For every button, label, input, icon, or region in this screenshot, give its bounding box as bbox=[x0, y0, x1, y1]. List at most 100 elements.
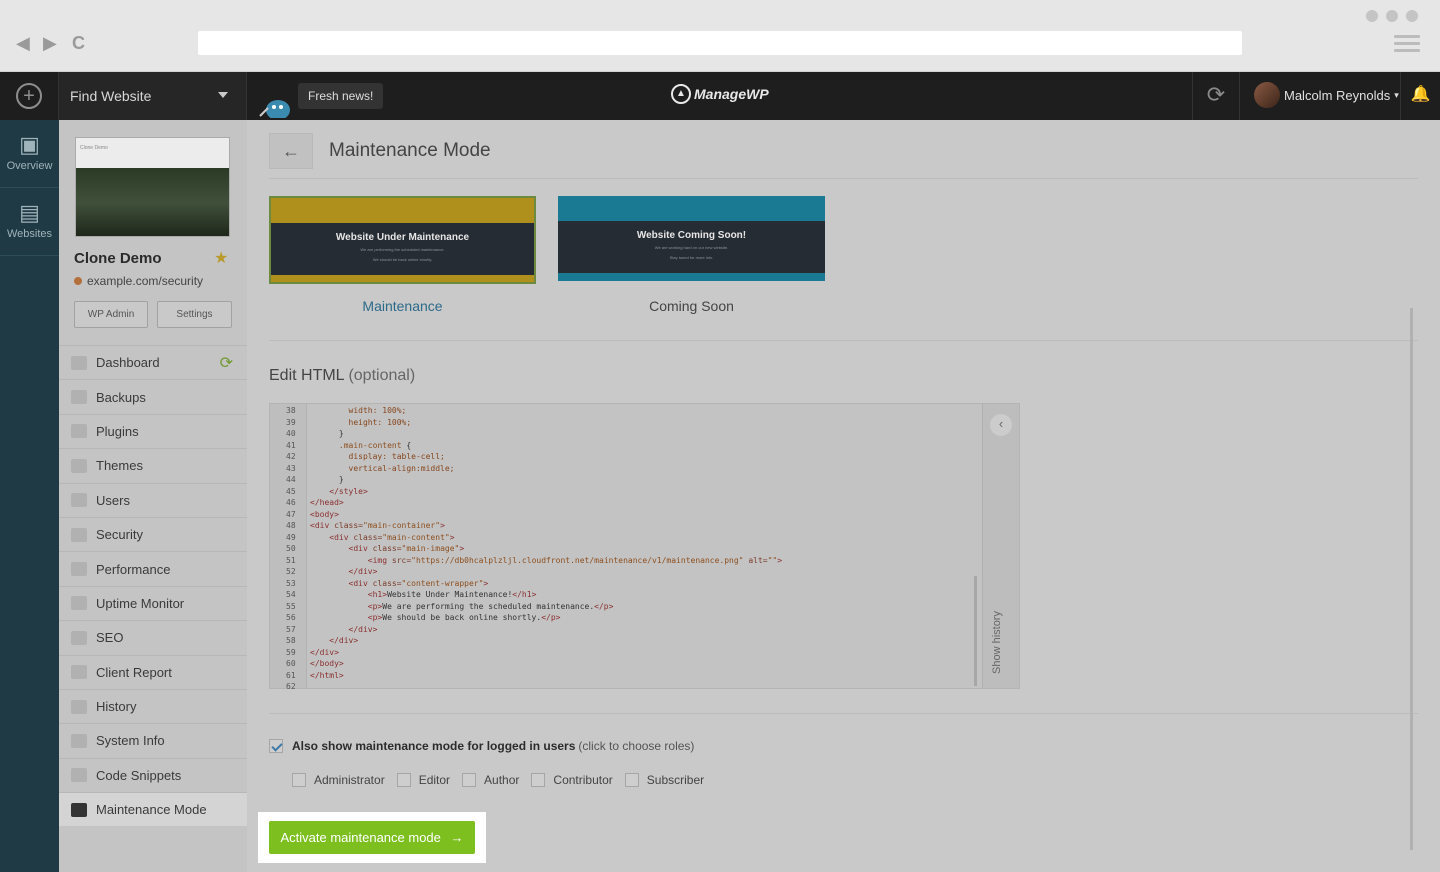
sidebar-item-label: Users bbox=[96, 492, 130, 508]
fresh-news-bubble[interactable]: Fresh news! bbox=[298, 83, 384, 109]
role-subscriber[interactable]: Subscriber bbox=[624, 773, 704, 787]
sidebar-item-users[interactable]: Users bbox=[59, 482, 247, 517]
main-scrollbar[interactable] bbox=[1410, 308, 1413, 850]
line-number-gutter: 38 39 40 41 42 43 44 45 46 47 48 49 50 51 52 53 54 55 56 57… bbox=[270, 404, 307, 691]
sidebar-item-code-snippets[interactable]: Code Snippets bbox=[59, 757, 247, 792]
sidebar-item-themes[interactable]: Themes bbox=[59, 448, 247, 482]
site-url[interactable]: example.com/security bbox=[74, 274, 203, 288]
edit-html-label: Edit HTML bbox=[269, 367, 344, 384]
nav-overview[interactable]: ▣ Overview bbox=[0, 120, 59, 188]
activate-highlight: Activate maintenance mode → bbox=[258, 812, 486, 863]
card-foot bbox=[558, 273, 825, 281]
add-website-button[interactable]: + bbox=[0, 72, 59, 120]
logged-in-users-option[interactable]: Also show maintenance mode for logged in… bbox=[269, 739, 694, 753]
site-thumbnail[interactable]: Clone Demo bbox=[75, 137, 230, 237]
page-title: Maintenance Mode bbox=[329, 140, 491, 161]
role-administrator[interactable]: Administrator bbox=[292, 773, 385, 787]
role-editor[interactable]: Editor bbox=[396, 773, 450, 787]
chevron-left-icon[interactable]: ‹ bbox=[990, 414, 1012, 436]
sidebar-item-performance[interactable]: Performance bbox=[59, 551, 247, 585]
sidebar-item-system-info[interactable]: System Info bbox=[59, 723, 247, 757]
template-label-maintenance[interactable]: Maintenance bbox=[269, 298, 536, 314]
history-panel[interactable]: ‹ Show history bbox=[982, 404, 1019, 688]
plus-icon: + bbox=[16, 83, 42, 109]
card-foot bbox=[271, 275, 534, 282]
dashboard-icon bbox=[71, 355, 87, 370]
barrier-icon bbox=[71, 802, 87, 817]
thumbnail-image bbox=[76, 168, 229, 236]
template-card-coming-soon[interactable]: Website Coming Soon! We are working hard… bbox=[558, 196, 825, 284]
bell-icon[interactable]: 🔔 bbox=[1400, 72, 1440, 120]
managewp-logo[interactable]: ▲ ManageWP bbox=[671, 84, 769, 104]
sync-icon[interactable]: ⟳ bbox=[1192, 72, 1240, 120]
browser-reload-icon[interactable]: C bbox=[72, 33, 85, 54]
role-checkbox[interactable] bbox=[531, 773, 546, 787]
code-content[interactable]: width: 100%; height: 100%; } .main-conte… bbox=[310, 405, 782, 681]
sidebar-item-client-report[interactable]: Client Report bbox=[59, 654, 247, 689]
sidebar-item-label: Security bbox=[96, 527, 143, 543]
logged-in-users-label: Also show maintenance mode for logged in… bbox=[292, 739, 576, 753]
sidebar-item-label: Themes bbox=[96, 458, 143, 474]
sidebar-item-dashboard[interactable]: Dashboard ⟳ bbox=[59, 345, 247, 379]
show-history-label[interactable]: Show history bbox=[991, 611, 1003, 674]
browser-chrome: ◀ ▶ C bbox=[0, 0, 1440, 72]
browser-menu-icon[interactable] bbox=[1394, 35, 1420, 56]
caret-down-icon bbox=[218, 92, 228, 98]
role-checkbox[interactable] bbox=[396, 773, 411, 787]
divider bbox=[269, 178, 1418, 179]
sidebar-item-uptime-monitor[interactable]: Uptime Monitor bbox=[59, 585, 247, 620]
wp-admin-button[interactable]: WP Admin bbox=[74, 301, 148, 328]
logo-text: ManageWP bbox=[694, 86, 769, 102]
sidebar-item-maintenance-mode[interactable]: Maintenance Mode bbox=[59, 792, 247, 827]
find-website-label: Find Website bbox=[70, 88, 152, 104]
template-label-coming-soon[interactable]: Coming Soon bbox=[558, 298, 825, 314]
megaphone-icon bbox=[71, 630, 87, 645]
roles-list: Administrator Editor Author Contributor … bbox=[292, 773, 704, 787]
browser-forward-icon[interactable]: ▶ bbox=[43, 33, 57, 54]
activate-maintenance-button[interactable]: Activate maintenance mode → bbox=[269, 821, 475, 854]
address-bar[interactable] bbox=[198, 31, 1242, 55]
sidebar-item-label: SEO bbox=[96, 630, 124, 646]
role-checkbox[interactable] bbox=[462, 773, 477, 787]
sidebar-item-label: Code Snippets bbox=[96, 767, 182, 783]
sidebar-item-backups[interactable]: Backups bbox=[59, 379, 247, 413]
card-preview: Website Coming Soon! We are working hard… bbox=[558, 221, 825, 273]
nav-websites[interactable]: ▤ Websites bbox=[0, 188, 59, 256]
role-label: Contributor bbox=[553, 773, 613, 787]
edit-html-title: Edit HTML (optional) bbox=[269, 367, 415, 385]
settings-button[interactable]: Settings bbox=[157, 301, 232, 328]
sidebar-item-label: Performance bbox=[96, 561, 171, 577]
find-website-dropdown[interactable]: Find Website bbox=[59, 72, 247, 120]
sidebar-item-security[interactable]: Security bbox=[59, 516, 247, 551]
user-menu[interactable]: Malcolm Reynolds ▾ bbox=[1254, 82, 1399, 108]
nav-websites-label: Websites bbox=[6, 228, 53, 240]
editor-scrollbar[interactable] bbox=[974, 576, 977, 686]
role-checkbox[interactable] bbox=[624, 773, 639, 787]
role-author[interactable]: Author bbox=[462, 773, 519, 787]
html-code-editor[interactable]: 38 39 40 41 42 43 44 45 46 47 48 49 50 51 52 53 54 55 56 57… bbox=[269, 403, 1020, 691]
favorite-star-icon[interactable]: ★ bbox=[214, 248, 228, 268]
avatar bbox=[1254, 82, 1280, 108]
role-label: Author bbox=[484, 773, 520, 787]
site-sidebar: Clone Demo Clone Demo ★ example.com/secu… bbox=[59, 120, 247, 872]
app-topbar: + Find Website Fresh news! ▲ ManageWP ⟳ … bbox=[0, 72, 1440, 120]
refresh-icon[interactable]: ⟳ bbox=[220, 353, 233, 373]
sidebar-item-plugins[interactable]: Plugins bbox=[59, 413, 247, 448]
site-title: Clone Demo bbox=[74, 250, 162, 267]
role-label: Administrator bbox=[314, 773, 385, 787]
logged-in-users-checkbox[interactable] bbox=[269, 739, 283, 753]
sidebar-item-label: Maintenance Mode bbox=[96, 802, 207, 818]
template-card-maintenance[interactable]: Website Under Maintenance We are perform… bbox=[269, 196, 536, 284]
shield-icon bbox=[71, 527, 87, 542]
browser-back-icon[interactable]: ◀ bbox=[16, 33, 30, 54]
card-band bbox=[558, 196, 825, 221]
back-button[interactable]: ← bbox=[269, 133, 313, 169]
sidebar-item-history[interactable]: History bbox=[59, 688, 247, 723]
primary-nav: ▣ Overview ▤ Websites bbox=[0, 120, 59, 872]
card-band bbox=[271, 198, 534, 223]
choose-roles-hint[interactable]: (click to choose roles) bbox=[578, 739, 694, 753]
role-checkbox[interactable] bbox=[292, 773, 306, 787]
sidebar-item-seo[interactable]: SEO bbox=[59, 620, 247, 654]
role-contributor[interactable]: Contributor bbox=[531, 773, 613, 787]
backups-icon bbox=[71, 390, 87, 405]
